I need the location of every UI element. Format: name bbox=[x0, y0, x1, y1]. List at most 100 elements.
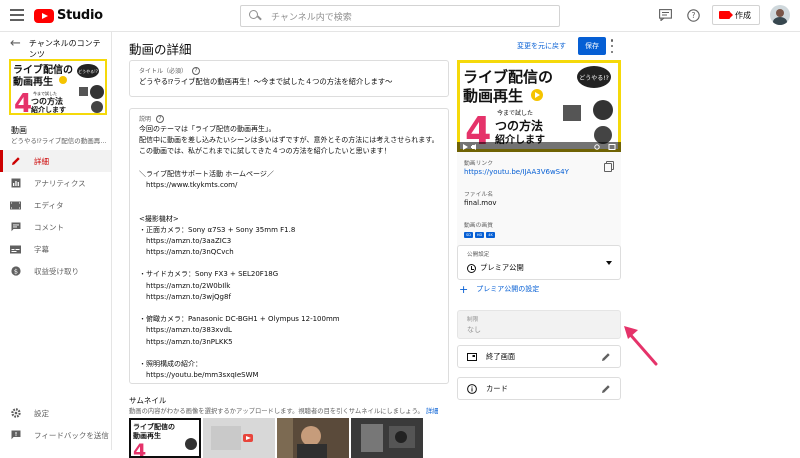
annotation-arrow-icon bbox=[624, 326, 658, 366]
copy-icon[interactable] bbox=[604, 161, 614, 172]
svg-text:動画再生: 動画再生 bbox=[133, 431, 161, 440]
cards-label: カード bbox=[486, 383, 508, 393]
sidebar-item-subtitles[interactable]: 字幕 bbox=[0, 238, 111, 260]
visibility-dropdown[interactable]: 公開設定 プレミア公開 bbox=[457, 245, 621, 280]
thumb-text-line2: 動画再生 bbox=[13, 75, 53, 88]
thumbnail-options: ライブ配信の 動画再生 4 bbox=[129, 418, 423, 458]
video-quality-label: 動画の画質 bbox=[464, 223, 493, 229]
hamburger-menu-icon[interactable] bbox=[10, 9, 24, 21]
back-label: チャンネルのコンテンツ bbox=[28, 39, 101, 59]
sidebar-item-monetization[interactable]: $ 収益受け取り bbox=[0, 260, 111, 282]
main-content: 動画の詳細 変更を元に戻す 保存 タイトル（必須） ? どうやる⁉ライブ配信の動… bbox=[112, 32, 800, 458]
dropdown-caret-icon bbox=[606, 261, 612, 265]
sidebar-item-comments[interactable]: コメント bbox=[0, 216, 111, 238]
cards-row[interactable]: カード bbox=[457, 377, 621, 400]
description-field-label-row: 説明 ? bbox=[139, 114, 165, 123]
restrictions-field: 制限 なし bbox=[457, 310, 621, 339]
description-line: https://amzn.to/383xvdL bbox=[139, 326, 232, 335]
description-line: https://amzn.to/2W0bIlk bbox=[139, 281, 231, 290]
thumbnail-option-custom[interactable]: ライブ配信の 動画再生 4 bbox=[129, 418, 201, 458]
description-field[interactable]: 説明 ? 今回のテーマは「ライブ配信の動画再生」。 配信中に動画を差し込みたいシ… bbox=[129, 108, 449, 384]
app-name: Studio bbox=[57, 8, 103, 23]
preview-text-line2: 動画再生 bbox=[463, 87, 523, 105]
help-icon[interactable]: ? bbox=[192, 66, 201, 75]
preview-small-text: 今まで試した bbox=[497, 109, 533, 117]
description-field-label: 説明 bbox=[139, 116, 152, 123]
sidebar-item-editor[interactable]: エディタ bbox=[0, 194, 111, 216]
description-line: https://youtu.be/mm3sxqIeSWM bbox=[139, 371, 259, 380]
edit-pencil-icon bbox=[602, 353, 610, 361]
thumb-text-line3: つの方法 bbox=[31, 96, 63, 106]
premiere-settings-link[interactable]: + プレミア公開の設定 bbox=[459, 284, 540, 295]
sidebar-item-analytics[interactable]: アナリティクス bbox=[0, 172, 111, 194]
thumb-big-number: 4 bbox=[14, 89, 32, 115]
title-value[interactable]: どうやる⁉ライブ配信の動画再生！〜今まで試した４つの方法を紹介します〜 bbox=[139, 77, 392, 87]
avatar[interactable] bbox=[770, 5, 790, 25]
video-link[interactable]: https://youtu.be/IJAA3V6wS4Y bbox=[464, 168, 569, 176]
sidebar-item-settings[interactable]: 設定 bbox=[0, 402, 111, 424]
sidebar-item-label: 設定 bbox=[34, 408, 49, 418]
thumbnail-option-auto-1[interactable] bbox=[203, 418, 275, 458]
description-line: 今回のテーマは「ライブ配信の動画再生」。 bbox=[139, 125, 276, 133]
title-field[interactable]: タイトル（必須） ? どうやる⁉ライブ配信の動画再生！〜今まで試した４つの方法を… bbox=[129, 60, 449, 97]
title-field-label-row: タイトル（必須） ? bbox=[139, 66, 201, 75]
thumb-badge: どうやる!? bbox=[78, 68, 98, 74]
quality-badge-4k: 4K bbox=[486, 232, 495, 238]
thumbnail-option-auto-3[interactable] bbox=[351, 418, 423, 458]
subtitles-icon bbox=[10, 245, 21, 254]
svg-text:?: ? bbox=[691, 11, 695, 20]
description-line: https://amzn.to/3aaZIC3 bbox=[139, 236, 232, 245]
top-bar: Studio チャンネル内で検索 ? 作成 bbox=[0, 0, 800, 32]
restrictions-value: なし bbox=[467, 326, 481, 334]
end-screen-label: 終了画面 bbox=[486, 351, 516, 361]
undo-changes-button[interactable]: 変更を元に戻す bbox=[517, 41, 566, 51]
description-line: ・サイドカメラ：Sony FX3 + SEL20F18G bbox=[139, 270, 279, 279]
sidebar-item-feedback[interactable]: フィードバックを送信 bbox=[0, 424, 111, 446]
description-line bbox=[139, 348, 439, 359]
create-button[interactable]: 作成 bbox=[712, 5, 760, 25]
edit-pencil-icon bbox=[602, 385, 610, 393]
thumbnail-option-auto-2[interactable] bbox=[277, 418, 349, 458]
sidebar-item-label: 収益受け取り bbox=[34, 266, 79, 276]
messages-icon[interactable] bbox=[656, 6, 674, 24]
sidebar-item-label: コメント bbox=[34, 222, 64, 232]
help-icon[interactable]: ? bbox=[156, 114, 165, 123]
description-line bbox=[139, 191, 439, 202]
sidebar-video-thumbnail[interactable]: ライブ配信の 動画再生 どうやる!? 4 今まで試した つの方法 紹介します bbox=[9, 59, 107, 119]
studio-logo[interactable]: Studio bbox=[34, 8, 103, 23]
thumbnail-learn-more-link[interactable]: 詳細 bbox=[426, 408, 439, 415]
quality-badges: SD HD 4K bbox=[464, 232, 495, 238]
thumbnail-section-desc: 動画の内容がわかる画像を選択するかアップロードします。視聴者の目を引くサムネイル… bbox=[129, 406, 438, 415]
restrictions-label: 制限 bbox=[467, 317, 479, 323]
thumbnail-desc-text: 動画の内容がわかる画像を選択するかアップロードします。視聴者の目を引くサムネイル… bbox=[129, 408, 424, 415]
sidebar-item-label: 詳細 bbox=[34, 156, 49, 166]
sidebar: ← チャンネルのコンテンツ ライブ配信の 動画再生 どうやる!? 4 今まで試し… bbox=[0, 32, 112, 450]
sidebar-item-label: フィードバックを送信 bbox=[34, 430, 109, 440]
description-line: ＼ライブ配信サポート活動 ホームページ／ bbox=[139, 169, 274, 178]
help-icon[interactable]: ? bbox=[684, 6, 702, 24]
back-to-content[interactable]: ← チャンネルのコンテンツ bbox=[10, 37, 108, 60]
svg-text:ライブ配信の: ライブ配信の bbox=[133, 422, 175, 431]
description-line: ・俯瞰カメラ：Panasonic DC-BGH1 + Olympus 12-10… bbox=[139, 315, 340, 324]
title-field-label: タイトル（必須） bbox=[139, 68, 188, 75]
more-options-icon[interactable] bbox=[609, 39, 615, 53]
premiere-settings-label: プレミア公開の設定 bbox=[476, 285, 540, 293]
end-screen-icon bbox=[467, 352, 477, 361]
sidebar-item-label: エディタ bbox=[34, 200, 64, 210]
search-input[interactable]: チャンネル内で検索 bbox=[240, 5, 560, 27]
visibility-value: プレミア公開 bbox=[480, 263, 524, 272]
sidebar-item-label: 字幕 bbox=[34, 244, 49, 254]
comments-icon bbox=[10, 222, 21, 232]
video-preview[interactable]: ライブ配信の 動画再生 どうやる!? 4 今まで試した つの方法 紹介します bbox=[457, 60, 621, 153]
description-line: ・正面カメラ：Sony α7S3 + Sony 35mm F1.8 bbox=[139, 225, 296, 234]
description-text[interactable]: 今回のテーマは「ライブ配信の動画再生」。 配信中に動画を差し込みたいシーンは多い… bbox=[139, 124, 439, 381]
sidebar-nav: 詳細 アナリティクス エディタ コメント 字幕 $ 収益受け取り bbox=[0, 150, 111, 282]
save-button[interactable]: 保存 bbox=[578, 37, 606, 55]
thumb-small-text: 今まで試した bbox=[33, 90, 57, 96]
quality-badge-hd: HD bbox=[475, 232, 484, 238]
monetization-icon: $ bbox=[10, 266, 21, 276]
visibility-value-row: プレミア公開 bbox=[467, 263, 524, 273]
end-screen-row[interactable]: 終了画面 bbox=[457, 345, 621, 368]
preview-text-line1: ライブ配信の bbox=[463, 68, 553, 86]
sidebar-item-details[interactable]: 詳細 bbox=[0, 150, 111, 172]
